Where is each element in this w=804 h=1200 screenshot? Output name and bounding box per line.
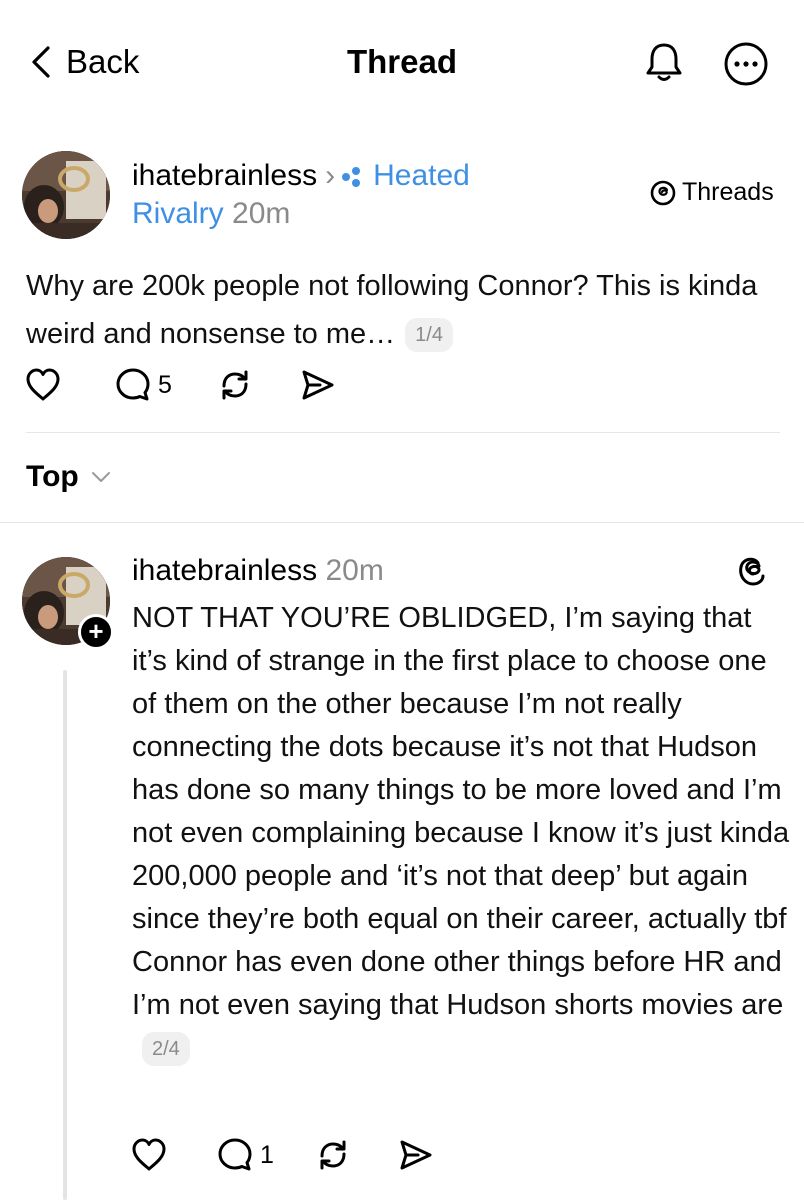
- page-title-text: Thread: [346, 43, 458, 80]
- sort-label: Top: [26, 460, 79, 493]
- repost-icon: [314, 1136, 352, 1174]
- comment-icon: [114, 366, 152, 404]
- share-button[interactable]: [298, 366, 336, 404]
- like-button[interactable]: [24, 367, 62, 403]
- more-options-button[interactable]: [722, 40, 770, 88]
- reply-time: 20m: [325, 554, 384, 587]
- chevron-left-icon: [30, 45, 52, 79]
- post-username[interactable]: ihatebrainless: [132, 159, 317, 192]
- thread-pager: 2/4: [142, 1032, 190, 1067]
- avatar[interactable]: [22, 151, 110, 239]
- reply-body: NOT THAT YOU’RE OBLIDGED, I’m saying tha…: [132, 597, 792, 1070]
- divider: [0, 522, 804, 523]
- repost-button[interactable]: [216, 366, 254, 404]
- comment-icon: [216, 1136, 254, 1174]
- post-text: Why are 200k people not following Connor…: [26, 270, 758, 350]
- follow-button[interactable]: +: [78, 614, 114, 650]
- back-label: Back: [66, 43, 140, 80]
- reply-count: 5: [158, 370, 172, 399]
- notifications-button[interactable]: [642, 40, 686, 84]
- threads-logo-icon: [650, 180, 676, 206]
- post-header: ihatebrainless › Heated: [132, 158, 470, 194]
- community-icon: [341, 166, 367, 188]
- reply-actions: 1: [130, 1136, 434, 1174]
- share-icon: [298, 366, 336, 404]
- more-icon: [723, 41, 769, 87]
- post-header-line2: Rivalry 20m: [132, 195, 290, 233]
- repost-icon: [216, 366, 254, 404]
- community-name-part2[interactable]: Rivalry: [132, 197, 224, 230]
- bell-icon: [644, 41, 684, 83]
- thread-pager: 1/4: [405, 318, 453, 353]
- reply-header: ihatebrainless 20m: [132, 553, 384, 589]
- heart-icon: [130, 1137, 168, 1173]
- post-actions: 5: [24, 366, 336, 404]
- threads-source-badge: Threads: [650, 178, 774, 207]
- community-link[interactable]: Heated: [341, 159, 470, 192]
- reply-count: 1: [260, 1140, 274, 1169]
- community-name-part1: Heated: [373, 159, 470, 192]
- post-body: Why are 200k people not following Connor…: [26, 262, 776, 358]
- threads-source-label: Threads: [682, 178, 774, 206]
- heart-icon: [24, 367, 62, 403]
- chevron-down-icon: [91, 471, 111, 483]
- plus-icon: +: [88, 616, 104, 646]
- like-button[interactable]: [130, 1137, 168, 1173]
- share-icon: [396, 1136, 434, 1174]
- threads-logo-icon: [734, 553, 770, 589]
- divider: [26, 432, 780, 433]
- reply-button[interactable]: 5: [114, 366, 172, 404]
- post-time: 20m: [232, 197, 291, 230]
- sort-dropdown[interactable]: Top: [26, 460, 111, 494]
- reply-username[interactable]: ihatebrainless: [132, 554, 317, 587]
- thread-line: [63, 670, 67, 1200]
- back-button[interactable]: Back: [30, 40, 139, 84]
- repost-button[interactable]: [314, 1136, 352, 1174]
- chevron-right-icon: ›: [325, 159, 336, 192]
- reply-button[interactable]: 1: [216, 1136, 274, 1174]
- share-button[interactable]: [396, 1136, 434, 1174]
- reply-text: NOT THAT YOU’RE OBLIDGED, I’m saying tha…: [132, 602, 790, 1021]
